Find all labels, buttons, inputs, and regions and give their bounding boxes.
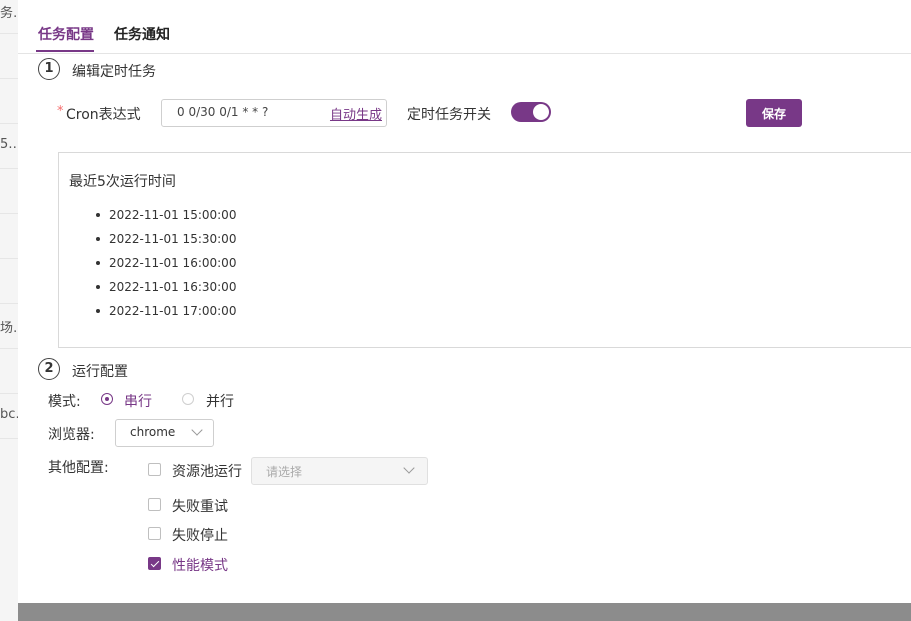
resource-pool-label[interactable]: 资源池运行 bbox=[172, 461, 242, 481]
radio-parallel[interactable] bbox=[182, 393, 194, 405]
recent-runs-title: 最近5次运行时间 bbox=[69, 174, 176, 190]
step-number-1: 1 bbox=[38, 58, 60, 80]
section-title-edit-schedule: 编辑定时任务 bbox=[72, 64, 156, 80]
background-row-divider bbox=[0, 258, 18, 259]
other-config-label: 其他配置: bbox=[48, 460, 109, 476]
radio-parallel-label[interactable]: 并行 bbox=[206, 391, 234, 411]
step-number-2: 2 bbox=[38, 358, 60, 380]
recent-runs-box: 最近5次运行时间 2022-11-01 15:00:00 2022-11-01 … bbox=[58, 152, 911, 348]
background-page: 务… 5… 场… bc… bbox=[0, 0, 18, 621]
list-item: 2022-11-01 17:00:00 bbox=[59, 303, 236, 327]
background-row-divider bbox=[0, 33, 18, 34]
background-row-divider bbox=[0, 213, 18, 214]
task-config-drawer: 任务配置 任务通知 1 编辑定时任务 * Cron表达式 0 0/30 0/1 … bbox=[18, 0, 911, 603]
list-item: 2022-11-01 16:30:00 bbox=[59, 279, 236, 303]
retry-on-fail-checkbox[interactable] bbox=[148, 498, 161, 511]
switch-knob bbox=[533, 104, 549, 120]
radio-serial[interactable] bbox=[101, 393, 113, 405]
background-row-divider bbox=[0, 303, 18, 304]
performance-mode-checkbox[interactable] bbox=[148, 557, 161, 570]
cron-expression-value: 0 0/30 0/1 * * ? bbox=[177, 105, 269, 119]
browser-label: 浏览器: bbox=[48, 427, 95, 443]
background-row-divider bbox=[0, 78, 18, 79]
stop-on-fail-label[interactable]: 失败停止 bbox=[172, 525, 228, 545]
tab-bar: 任务配置 任务通知 bbox=[18, 0, 911, 54]
mode-label: 模式: bbox=[48, 394, 81, 410]
tab-task-notification[interactable]: 任务通知 bbox=[114, 24, 170, 44]
background-row-divider bbox=[0, 168, 18, 169]
cron-label: Cron表达式 bbox=[66, 107, 141, 123]
background-row-text: 务… bbox=[0, 6, 18, 21]
background-row-text: bc… bbox=[0, 407, 18, 422]
chevron-down-icon bbox=[191, 424, 203, 436]
chevron-down-icon bbox=[403, 462, 415, 474]
radio-serial-label[interactable]: 串行 bbox=[124, 391, 152, 411]
schedule-toggle-switch[interactable] bbox=[511, 102, 551, 122]
tab-task-config[interactable]: 任务配置 bbox=[38, 24, 94, 44]
list-item: 2022-11-01 15:00:00 bbox=[59, 207, 236, 231]
performance-mode-label[interactable]: 性能模式 bbox=[172, 555, 228, 575]
browser-select-value: chrome bbox=[130, 425, 176, 439]
cron-expression-input[interactable]: 0 0/30 0/1 * * ? 自动生成 bbox=[161, 99, 387, 127]
resource-pool-placeholder: 请选择 bbox=[266, 465, 303, 479]
resource-pool-checkbox[interactable] bbox=[148, 463, 161, 476]
list-item: 2022-11-01 15:30:00 bbox=[59, 231, 236, 255]
background-row-divider bbox=[0, 438, 18, 439]
list-item: 2022-11-01 16:00:00 bbox=[59, 255, 236, 279]
browser-select[interactable]: chrome bbox=[115, 419, 214, 447]
schedule-switch-label: 定时任务开关 bbox=[407, 107, 491, 123]
stop-on-fail-checkbox[interactable] bbox=[148, 527, 161, 540]
resource-pool-select[interactable]: 请选择 bbox=[251, 457, 428, 485]
retry-on-fail-label[interactable]: 失败重试 bbox=[172, 496, 228, 516]
background-row-divider bbox=[0, 348, 18, 349]
save-button[interactable]: 保存 bbox=[746, 99, 802, 127]
auto-generate-link[interactable]: 自动生成 bbox=[330, 104, 382, 123]
section-title-run-config: 运行配置 bbox=[72, 364, 128, 380]
background-row-divider bbox=[0, 393, 18, 394]
background-row-text: 5… bbox=[0, 137, 18, 152]
background-row-divider bbox=[0, 123, 18, 124]
background-row-text: 场… bbox=[0, 321, 18, 336]
recent-runs-list: 2022-11-01 15:00:00 2022-11-01 15:30:00 … bbox=[59, 207, 236, 327]
active-tab-indicator bbox=[36, 50, 94, 52]
required-asterisk: * bbox=[57, 104, 64, 119]
